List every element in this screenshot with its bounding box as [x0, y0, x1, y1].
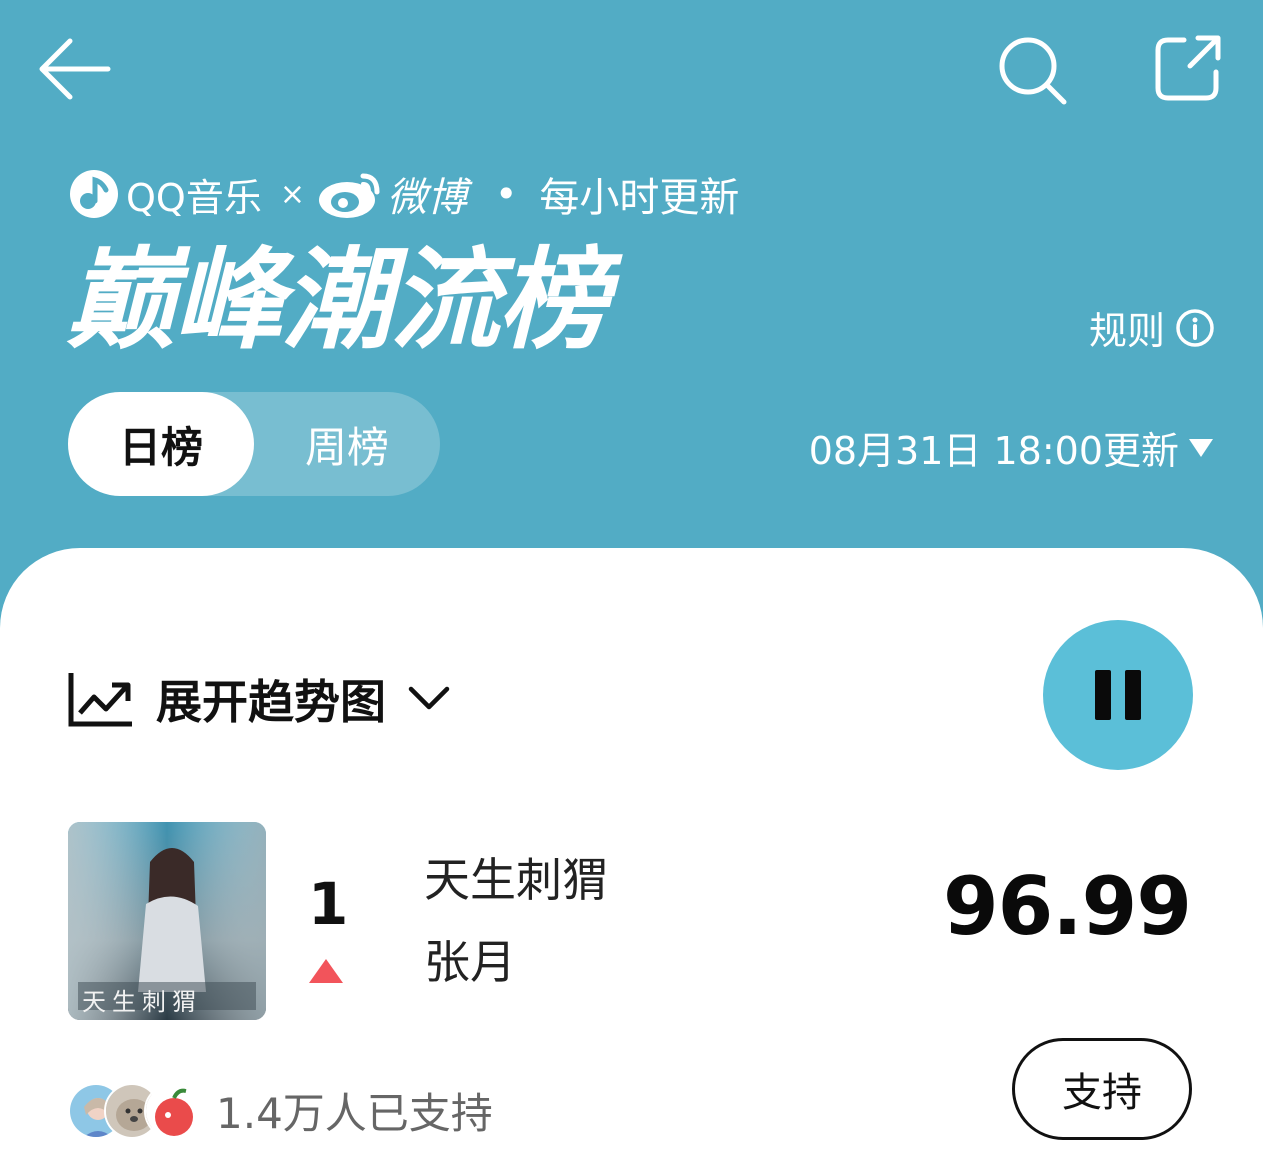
rank-up-icon	[309, 959, 343, 983]
update-frequency-label: 每小时更新	[539, 175, 740, 221]
song-score: 96.99	[942, 860, 1192, 953]
top-bar	[0, 0, 1263, 140]
album-cover[interactable]: 天生刺猬	[68, 822, 266, 1020]
update-time-label: 08月31日 18:00更新	[808, 429, 1179, 473]
chart-period-switch: 日榜 周榜	[68, 392, 440, 496]
brand-line: QQ音乐 × 微博 • 每小时更新	[68, 164, 739, 224]
cross-symbol: ×	[279, 176, 305, 212]
search-icon[interactable]	[996, 34, 1068, 106]
supporters-summary: 1.4万人已支持	[68, 1080, 493, 1141]
page-title: 巅峰潮流榜	[66, 236, 608, 364]
pause-icon-bar-left	[1095, 670, 1111, 720]
rules-label: 规则	[1088, 309, 1165, 353]
pause-button[interactable]	[1043, 620, 1193, 770]
weibo-logo-icon	[318, 173, 380, 218]
rank-number: 1	[308, 870, 349, 938]
trend-chart-icon	[68, 673, 132, 727]
tab-weekly[interactable]: 周榜	[254, 392, 440, 496]
chevron-down-icon	[408, 686, 450, 710]
update-time-selector[interactable]: 08月31日 18:00更新	[809, 420, 1215, 475]
share-icon[interactable]	[1150, 32, 1224, 106]
qq-music-label: QQ音乐	[126, 175, 262, 220]
pause-icon-bar-right	[1125, 670, 1141, 720]
tab-daily[interactable]: 日榜	[68, 392, 254, 496]
song-row[interactable]: 天生刺猬 1 天生刺猬 张月 96.99	[0, 822, 1263, 1022]
support-button[interactable]: 支持	[1012, 1038, 1192, 1140]
avatar	[144, 1082, 200, 1139]
info-icon	[1176, 308, 1214, 347]
song-artist[interactable]: 张月	[424, 926, 516, 992]
cover-title-text: 天生刺猬	[82, 988, 202, 1016]
rules-link[interactable]: 规则	[1089, 300, 1215, 355]
caret-down-icon	[1189, 438, 1213, 457]
song-title[interactable]: 天生刺猬	[424, 844, 608, 910]
supporter-avatars	[68, 1082, 202, 1139]
expand-trend-label: 展开趋势图	[156, 675, 386, 729]
back-arrow-icon[interactable]	[36, 34, 114, 104]
separator-dot: •	[494, 172, 518, 216]
supporter-count: 1.4万人已支持	[216, 1089, 493, 1138]
expand-trend-toggle[interactable]: 展开趋势图	[68, 666, 450, 732]
qq-music-logo-icon	[70, 170, 118, 218]
weibo-label: 微博	[386, 175, 467, 221]
